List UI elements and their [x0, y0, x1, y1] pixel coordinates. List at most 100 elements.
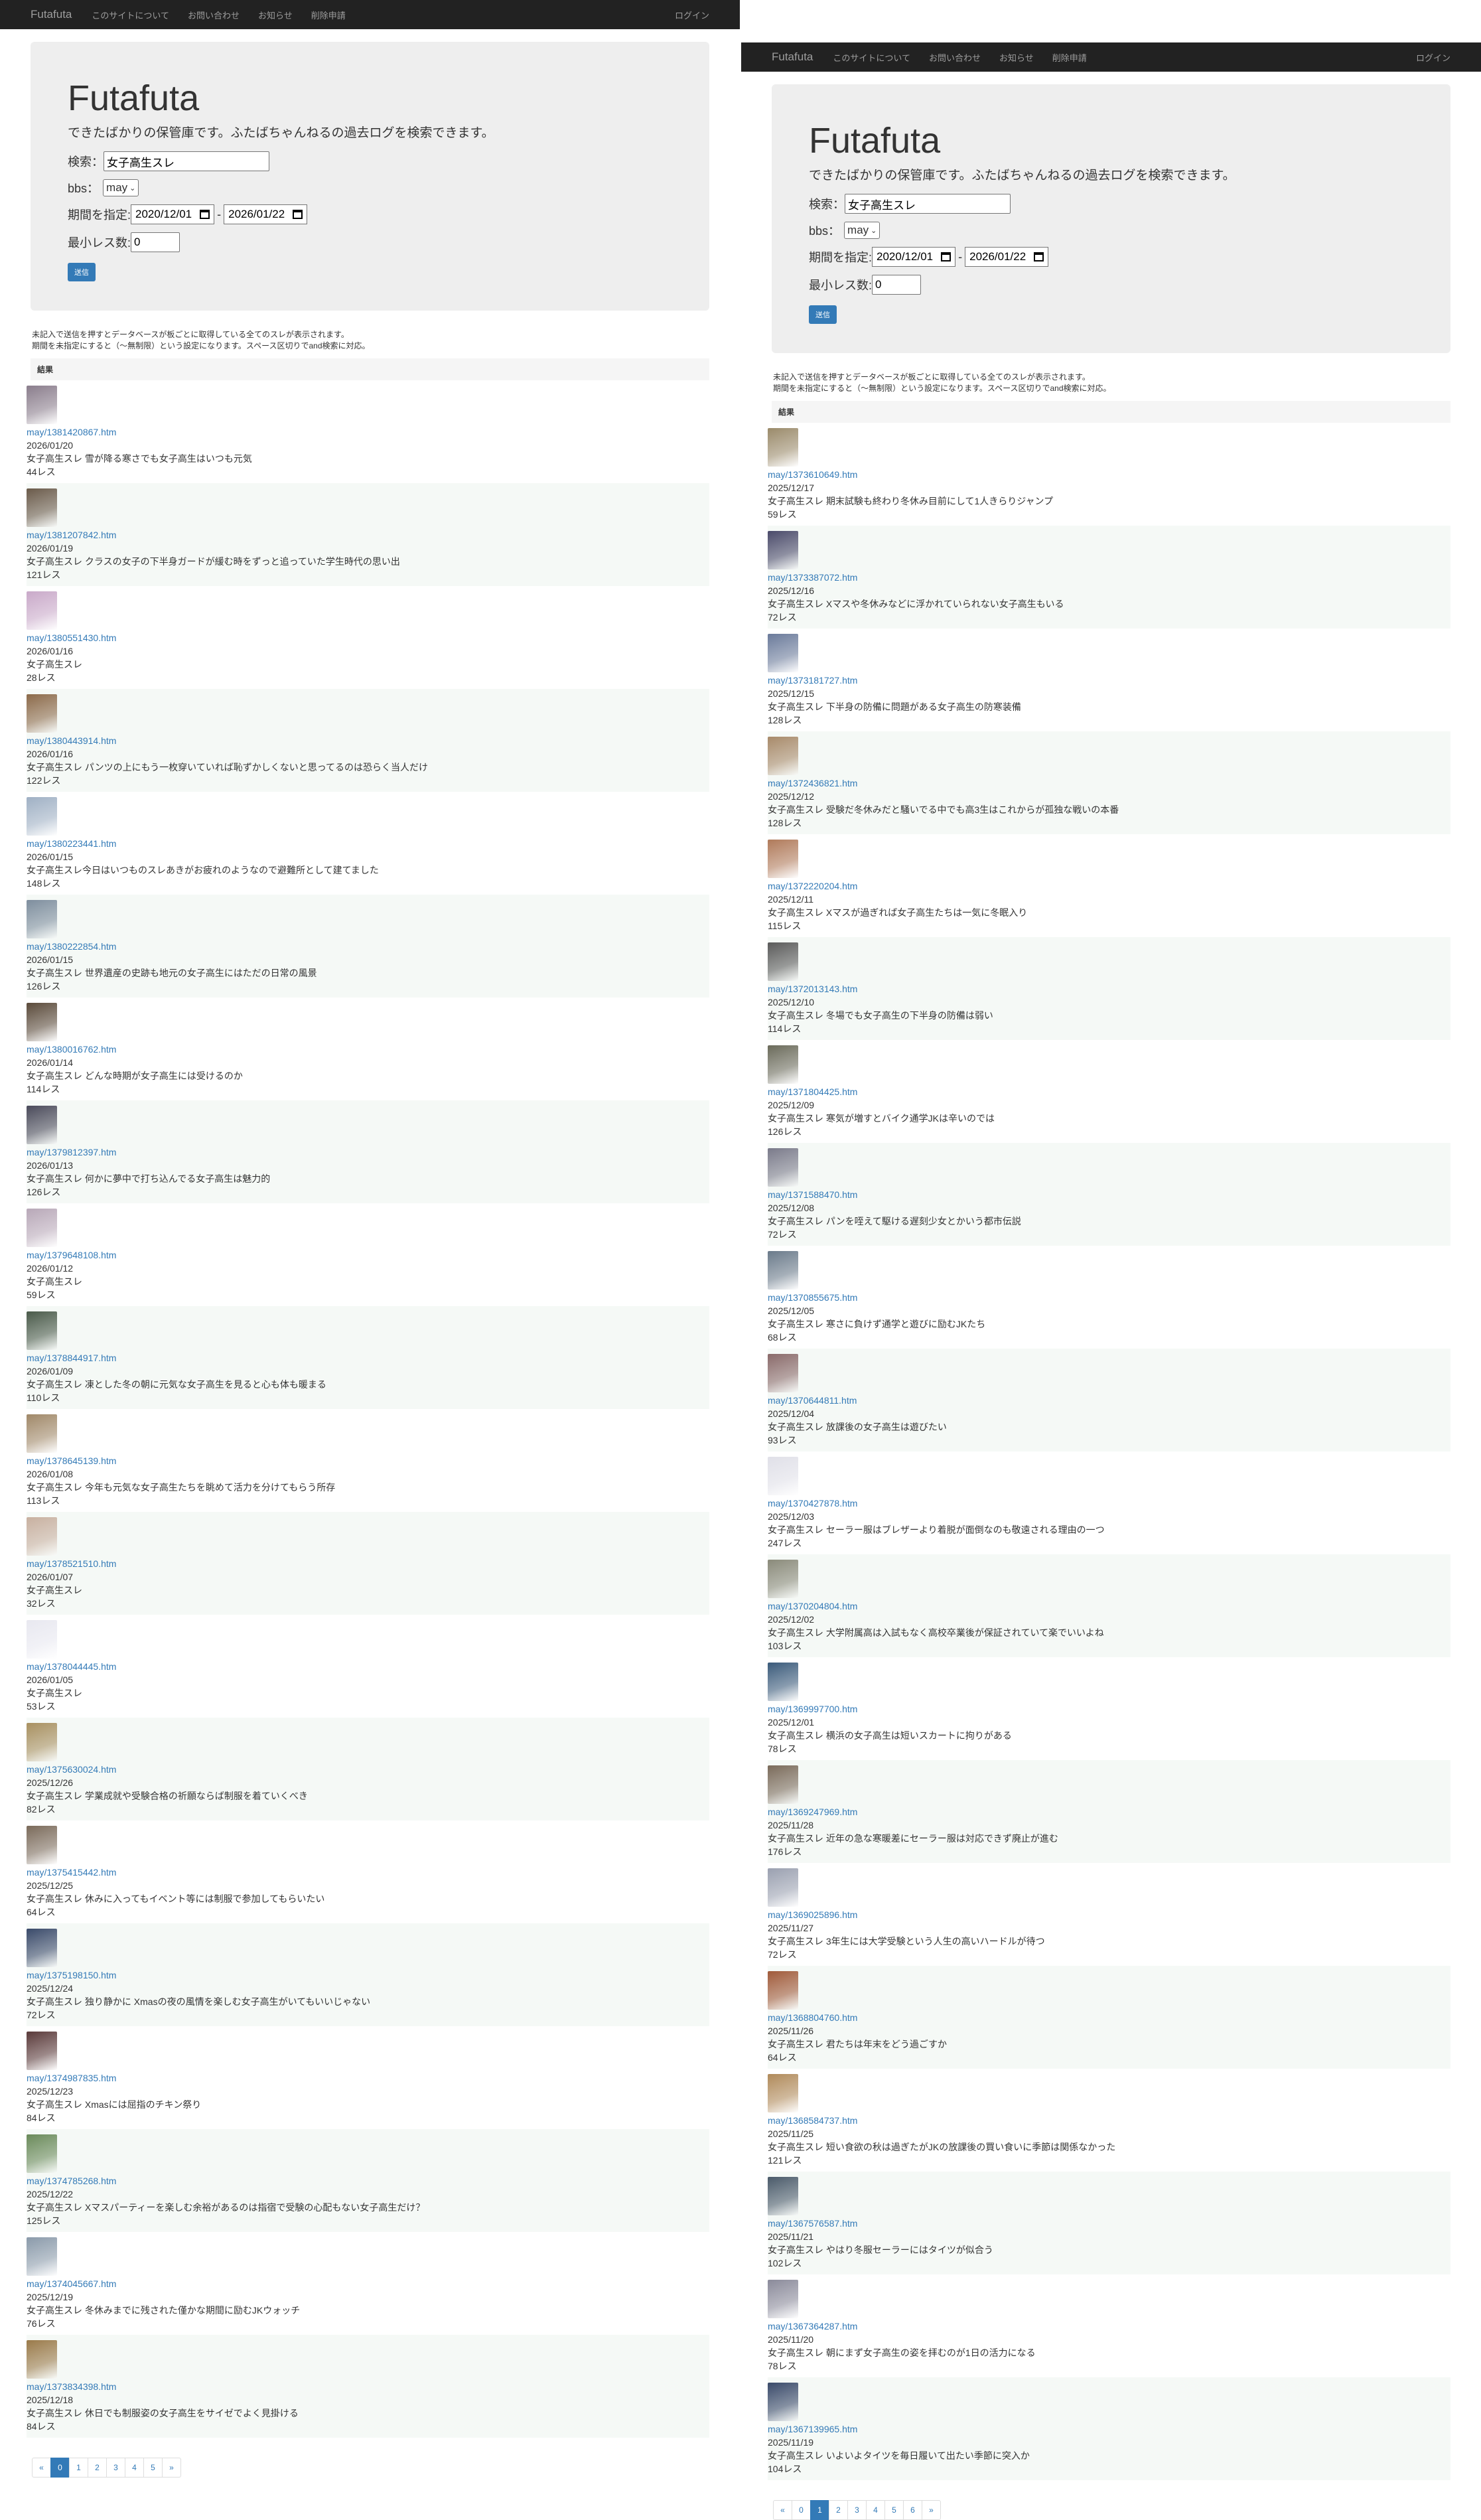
thread-link[interactable]: may/1370427878.htm	[768, 1498, 857, 1509]
submit-button[interactable]: 送信	[809, 305, 837, 324]
thread-thumbnail[interactable]	[768, 634, 798, 672]
thread-thumbnail[interactable]	[768, 2280, 798, 2318]
thread-link[interactable]: may/1367139965.htm	[768, 2424, 857, 2434]
thread-thumbnail[interactable]	[768, 1148, 798, 1187]
thread-thumbnail[interactable]	[27, 1106, 57, 1144]
page-link[interactable]: 5	[884, 2500, 904, 2520]
thread-link[interactable]: may/1373834398.htm	[27, 2381, 116, 2392]
login-link[interactable]: ログイン	[675, 9, 709, 21]
thread-thumbnail[interactable]	[27, 1620, 57, 1659]
thread-thumbnail[interactable]	[768, 1251, 798, 1290]
thread-link[interactable]: may/1372436821.htm	[768, 778, 857, 788]
page-link[interactable]: 2	[88, 2458, 107, 2478]
search-input[interactable]	[104, 151, 269, 171]
thread-thumbnail[interactable]	[768, 2177, 798, 2215]
thread-link[interactable]: may/1374987835.htm	[27, 2073, 116, 2083]
thread-thumbnail[interactable]	[27, 591, 57, 630]
page-link[interactable]: 4	[125, 2458, 144, 2478]
nav-contact[interactable]: お問い合わせ	[929, 51, 981, 64]
thread-link[interactable]: may/1369025896.htm	[768, 1909, 857, 1920]
thread-link[interactable]: may/1372013143.htm	[768, 984, 857, 994]
thread-thumbnail[interactable]	[27, 1517, 57, 1556]
date-from-input[interactable]: 2020/12/01	[872, 247, 956, 267]
nav-news[interactable]: お知らせ	[999, 51, 1034, 64]
search-input[interactable]	[845, 194, 1011, 214]
nav-about[interactable]: このサイトについて	[92, 9, 169, 21]
bbs-select[interactable]: may ⌄	[844, 222, 881, 239]
thread-thumbnail[interactable]	[27, 2134, 57, 2173]
calendar-icon[interactable]	[1034, 252, 1044, 261]
thread-link[interactable]: may/1380223441.htm	[27, 838, 116, 849]
thread-thumbnail[interactable]	[27, 2032, 57, 2070]
thread-thumbnail[interactable]	[768, 942, 798, 981]
thread-link[interactable]: may/1367364287.htm	[768, 2321, 857, 2332]
thread-link[interactable]: may/1373610649.htm	[768, 469, 857, 480]
thread-link[interactable]: may/1370204804.htm	[768, 1601, 857, 1611]
thread-thumbnail[interactable]	[27, 694, 57, 733]
min-count-input[interactable]	[872, 275, 922, 295]
nav-contact[interactable]: お問い合わせ	[188, 9, 240, 21]
thread-thumbnail[interactable]	[768, 1868, 798, 1907]
thread-thumbnail[interactable]	[768, 2383, 798, 2421]
page-link[interactable]: 2	[829, 2500, 848, 2520]
thread-link[interactable]: may/1372220204.htm	[768, 881, 857, 891]
date-to-input[interactable]: 2026/01/22	[965, 247, 1049, 267]
brand-link[interactable]: Futafuta	[31, 8, 72, 21]
thread-thumbnail[interactable]	[27, 900, 57, 938]
thread-link[interactable]: may/1380222854.htm	[27, 941, 116, 952]
thread-link[interactable]: may/1374045667.htm	[27, 2278, 116, 2289]
thread-thumbnail[interactable]	[27, 2340, 57, 2379]
thread-thumbnail[interactable]	[27, 1003, 57, 1041]
thread-link[interactable]: may/1375630024.htm	[27, 1764, 116, 1775]
thread-link[interactable]: may/1381420867.htm	[27, 427, 116, 437]
thread-link[interactable]: may/1378645139.htm	[27, 1455, 116, 1466]
thread-link[interactable]: may/1369997700.htm	[768, 1704, 857, 1714]
page-link[interactable]: 1	[810, 2500, 829, 2520]
thread-link[interactable]: may/1374785268.htm	[27, 2176, 116, 2186]
thread-link[interactable]: may/1378844917.htm	[27, 1353, 116, 1363]
bbs-select[interactable]: may ⌄	[103, 179, 139, 196]
page-link[interactable]: 3	[106, 2458, 125, 2478]
thread-thumbnail[interactable]	[27, 797, 57, 836]
page-link[interactable]: «	[773, 2500, 792, 2520]
thread-thumbnail[interactable]	[768, 1971, 798, 2010]
nav-delete-request[interactable]: 削除申請	[1052, 51, 1087, 64]
thread-thumbnail[interactable]	[768, 1765, 798, 1804]
page-link[interactable]: 3	[847, 2500, 867, 2520]
thread-thumbnail[interactable]	[768, 1560, 798, 1598]
login-link[interactable]: ログイン	[1416, 51, 1450, 64]
thread-link[interactable]: may/1379648108.htm	[27, 1250, 116, 1260]
nav-delete-request[interactable]: 削除申請	[311, 9, 346, 21]
thread-thumbnail[interactable]	[27, 386, 57, 424]
min-count-input[interactable]	[131, 232, 180, 252]
thread-link[interactable]: may/1378521510.htm	[27, 1558, 116, 1569]
page-link[interactable]: 4	[866, 2500, 885, 2520]
thread-link[interactable]: may/1368804760.htm	[768, 2012, 857, 2023]
thread-thumbnail[interactable]	[768, 1354, 798, 1392]
submit-button[interactable]: 送信	[68, 263, 96, 281]
page-link[interactable]: »	[162, 2458, 181, 2478]
thread-link[interactable]: may/1379812397.htm	[27, 1147, 116, 1157]
thread-thumbnail[interactable]	[27, 488, 57, 527]
calendar-icon[interactable]	[293, 210, 303, 219]
thread-thumbnail[interactable]	[768, 840, 798, 878]
thread-link[interactable]: may/1375415442.htm	[27, 1867, 116, 1878]
thread-link[interactable]: may/1369247969.htm	[768, 1807, 857, 1817]
date-to-input[interactable]: 2026/01/22	[224, 204, 308, 224]
page-link[interactable]: »	[922, 2500, 941, 2520]
thread-thumbnail[interactable]	[768, 1457, 798, 1495]
page-link[interactable]: 1	[69, 2458, 88, 2478]
thread-link[interactable]: may/1371804425.htm	[768, 1086, 857, 1097]
page-link[interactable]: 0	[50, 2458, 70, 2478]
nav-about[interactable]: このサイトについて	[833, 51, 910, 64]
thread-link[interactable]: may/1371588470.htm	[768, 1189, 857, 1200]
thread-thumbnail[interactable]	[768, 1045, 798, 1084]
thread-link[interactable]: may/1380443914.htm	[27, 735, 116, 746]
thread-thumbnail[interactable]	[27, 1826, 57, 1864]
thread-thumbnail[interactable]	[27, 1929, 57, 1967]
page-link[interactable]: 6	[903, 2500, 922, 2520]
thread-thumbnail[interactable]	[27, 1311, 57, 1350]
thread-thumbnail[interactable]	[768, 2074, 798, 2112]
thread-link[interactable]: may/1373387072.htm	[768, 572, 857, 583]
page-link[interactable]: 0	[792, 2500, 811, 2520]
